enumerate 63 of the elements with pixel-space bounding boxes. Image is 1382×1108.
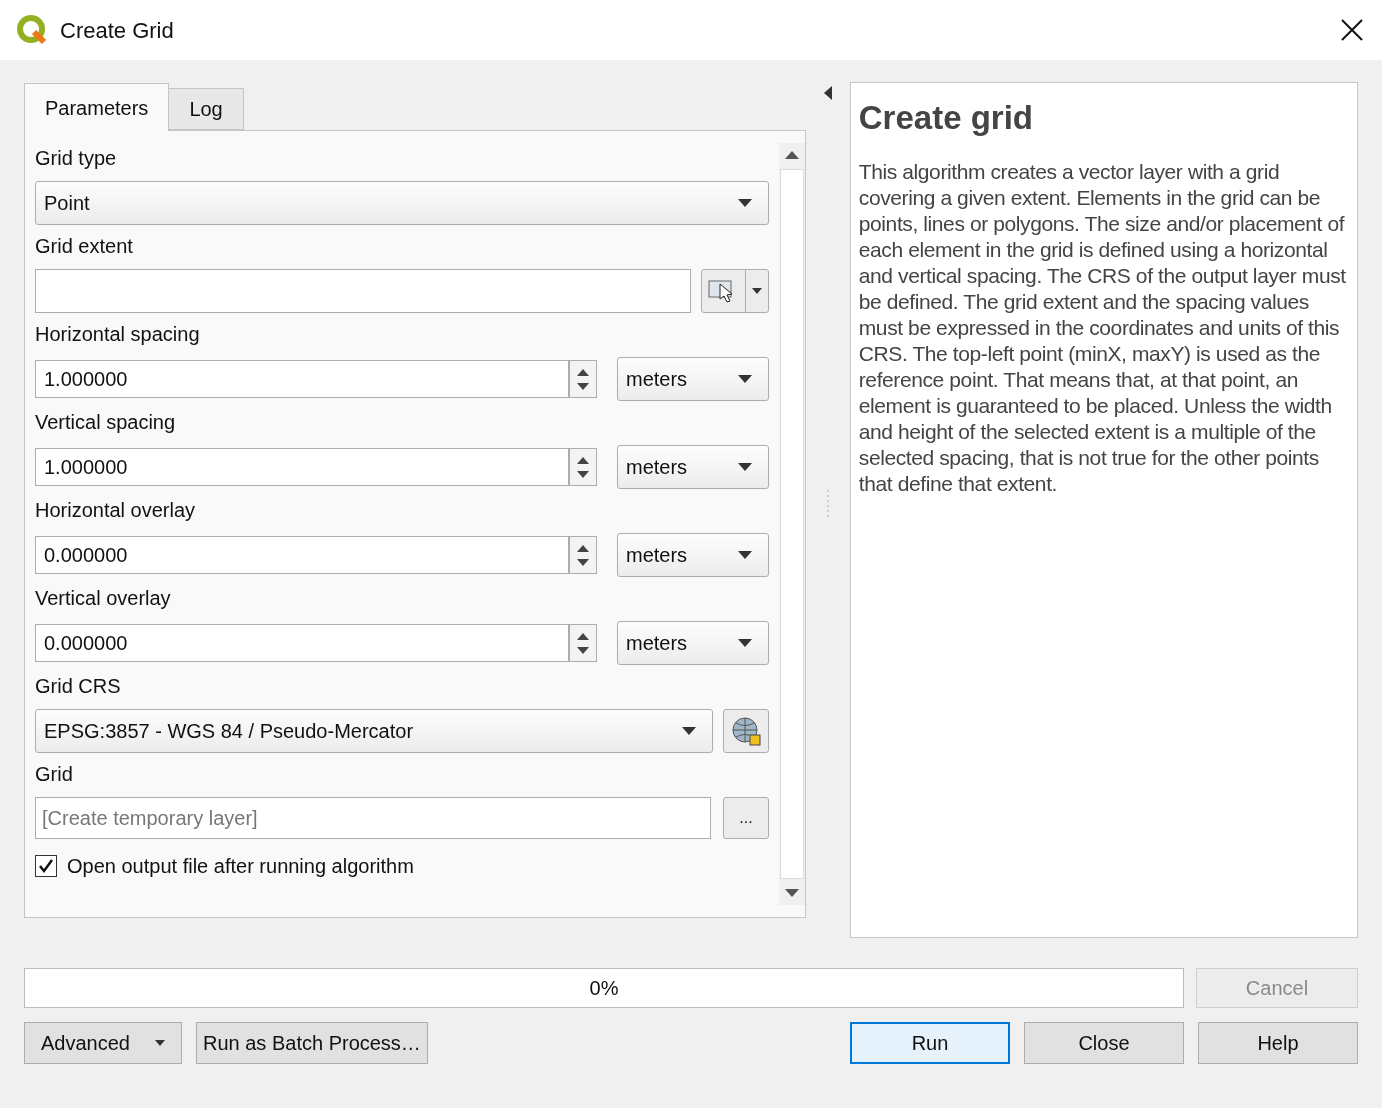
help-title: Create grid <box>858 98 1034 138</box>
dropdown-caret-icon <box>737 463 752 471</box>
down-arrow-icon <box>577 646 589 654</box>
field-label: Grid type <box>35 146 118 171</box>
button[interactable]: Run as Batch Process… <box>196 1022 428 1064</box>
number-input-field[interactable]: 0.000000 <box>35 624 569 662</box>
dropdown-caret-icon <box>737 375 752 383</box>
menu-button[interactable]: Advanced <box>24 1022 182 1064</box>
unit-dropdown[interactable]: meters <box>617 445 769 489</box>
dropdown[interactable]: Point <box>35 181 769 225</box>
dropdown-caret-icon <box>737 551 752 559</box>
up-arrow-icon <box>577 632 589 640</box>
globe-icon <box>729 715 762 747</box>
field-label: Horizontal spacing <box>35 322 201 347</box>
unit-dropdown[interactable]: meters <box>617 621 769 665</box>
down-arrow-icon <box>577 470 589 478</box>
dropdown-caret-icon <box>751 288 762 294</box>
spin-buttons[interactable] <box>569 448 597 486</box>
unit-dropdown[interactable]: meters <box>617 357 769 401</box>
browse-button[interactable]: ... <box>722 797 769 839</box>
dropdown-caret-icon <box>737 639 752 647</box>
spin-buttons[interactable] <box>569 360 597 398</box>
field-label: Vertical spacing <box>35 410 177 435</box>
dropdown-caret-icon <box>681 727 696 735</box>
app-logo-icon <box>16 14 48 46</box>
number-input-field[interactable]: 1.000000 <box>35 360 569 398</box>
checkbox[interactable] <box>35 855 57 877</box>
up-arrow-icon <box>577 456 589 464</box>
crs-dropdown[interactable]: EPSG:3857 - WGS 84 / Pseudo-Mercator <box>35 709 713 753</box>
up-arrow-icon <box>577 368 589 376</box>
up-arrow-icon <box>784 151 799 159</box>
spin-buttons[interactable] <box>569 536 597 574</box>
up-arrow-icon <box>577 544 589 552</box>
splitter-handle-icon[interactable] <box>825 490 830 520</box>
spin-buttons[interactable] <box>569 624 597 662</box>
dropdown-caret-icon <box>155 1040 165 1046</box>
number-input-field[interactable]: 0.000000 <box>35 536 569 574</box>
number-input-field[interactable]: 1.000000 <box>35 448 569 486</box>
crs-select-button[interactable] <box>722 709 769 753</box>
field-label: Vertical overlay <box>35 586 172 611</box>
map-select-button[interactable] <box>700 269 769 313</box>
window-title: Create Grid <box>60 16 174 45</box>
dropdown-caret-icon <box>737 199 752 207</box>
button[interactable]: Close <box>1024 1022 1184 1064</box>
field-label: Horizontal overlay <box>35 498 197 523</box>
field-label: Grid <box>35 762 74 787</box>
checkbox-label: Open output file after running algorithm <box>67 854 414 879</box>
collapse-arrow-icon[interactable] <box>823 86 832 100</box>
unit-dropdown[interactable]: meters <box>617 533 769 577</box>
help-text: This algorithm creates a vector layer with a grid covering a given extent. Elements in the grid can be points, lines or polygons. The size and/or placement of each element in the grid is defined using a horizontal and vertical spacing. The CRS of the output layer must be defined. The grid extent and the spacing values must be expressed in the coordinates and units of this CRS. The top-left point (minX, maxY) is used as the reference point. That means that, at that point, an element is guaranteed to be placed. Unless the width and height of the selected extent is a multiple of the selected spacing, that is not true for the other points that define that extent. <box>858 158 1347 497</box>
field-label: Grid extent <box>35 234 134 259</box>
extent-input-field[interactable] <box>35 269 691 313</box>
button[interactable]: Run <box>850 1022 1010 1064</box>
tab[interactable]: Parameters <box>24 83 170 131</box>
down-arrow-icon <box>784 889 799 897</box>
checkmark-icon <box>38 858 54 874</box>
button[interactable]: Help <box>1198 1022 1358 1064</box>
field-label: Grid CRS <box>35 674 122 699</box>
output-input-field[interactable]: [Create temporary layer] <box>35 797 711 839</box>
tab[interactable]: Log <box>169 88 244 130</box>
progress-reading: 0% <box>589 976 619 1001</box>
down-arrow-icon <box>577 382 589 390</box>
down-arrow-icon <box>577 558 589 566</box>
